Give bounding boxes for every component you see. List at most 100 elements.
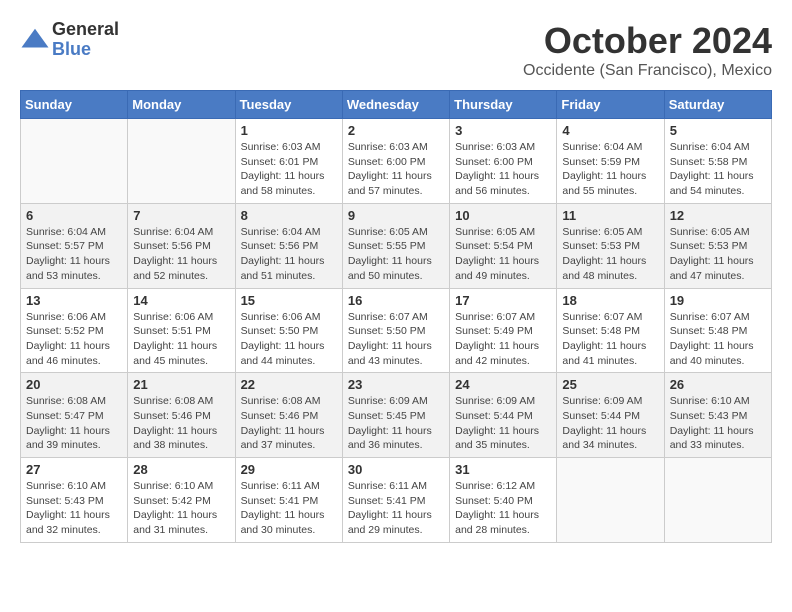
calendar-cell: 6 Sunrise: 6:04 AMSunset: 5:57 PMDaylight… (21, 203, 128, 288)
day-number: 25 (562, 377, 658, 392)
day-info: Sunrise: 6:06 AMSunset: 5:51 PMDaylight:… (133, 310, 229, 369)
calendar-cell: 19 Sunrise: 6:07 AMSunset: 5:48 PMDayligh… (664, 288, 771, 373)
day-info: Sunrise: 6:11 AMSunset: 5:41 PMDaylight:… (348, 479, 444, 538)
day-number: 31 (455, 462, 551, 477)
calendar-cell: 27Sunrise: 6:10 AMSunset: 5:43 PMDayligh… (21, 458, 128, 543)
day-number: 9 (348, 208, 444, 223)
day-number: 4 (562, 123, 658, 138)
col-header-sunday: Sunday (21, 91, 128, 119)
calendar-cell: 5 Sunrise: 6:04 AMSunset: 5:58 PMDaylight… (664, 119, 771, 204)
day-number: 1 (241, 123, 337, 138)
day-info: Sunrise: 6:03 AMSunset: 6:00 PMDaylight:… (455, 140, 551, 199)
day-number: 8 (241, 208, 337, 223)
day-info: Sunrise: 6:04 AMSunset: 5:57 PMDaylight:… (26, 225, 122, 284)
calendar-cell: 4Sunrise: 6:04 AMSunset: 5:59 PMDaylight… (557, 119, 664, 204)
calendar-cell: 17Sunrise: 6:07 AMSunset: 5:49 PMDayligh… (450, 288, 557, 373)
day-number: 28 (133, 462, 229, 477)
calendar-cell: 30Sunrise: 6:11 AMSunset: 5:41 PMDayligh… (342, 458, 449, 543)
location: Occidente (San Francisco), Mexico (523, 62, 772, 80)
day-info: Sunrise: 6:03 AMSunset: 6:01 PMDaylight:… (241, 140, 337, 199)
day-info: Sunrise: 6:05 AMSunset: 5:55 PMDaylight:… (348, 225, 444, 284)
calendar-cell: 31 Sunrise: 6:12 AMSunset: 5:40 PMDayligh… (450, 458, 557, 543)
calendar-cell: 25 Sunrise: 6:09 AMSunset: 5:44 PMDayligh… (557, 373, 664, 458)
day-number: 2 (348, 123, 444, 138)
day-info: Sunrise: 6:06 AMSunset: 5:50 PMDaylight:… (241, 310, 337, 369)
day-info: Sunrise: 6:03 AMSunset: 6:00 PMDaylight:… (348, 140, 444, 199)
day-info: Sunrise: 6:04 AMSunset: 5:56 PMDaylight:… (133, 225, 229, 284)
day-number: 21 (133, 377, 229, 392)
day-number: 3 (455, 123, 551, 138)
day-number: 15 (241, 293, 337, 308)
calendar-cell: 10 Sunrise: 6:05 AMSunset: 5:54 PMDayligh… (450, 203, 557, 288)
calendar-cell (21, 119, 128, 204)
day-number: 23 (348, 377, 444, 392)
calendar-cell: 24Sunrise: 6:09 AMSunset: 5:44 PMDayligh… (450, 373, 557, 458)
day-number: 20 (26, 377, 122, 392)
day-number: 7 (133, 208, 229, 223)
day-number: 29 (241, 462, 337, 477)
calendar-cell: 12Sunrise: 6:05 AMSunset: 5:53 PMDayligh… (664, 203, 771, 288)
day-number: 14 (133, 293, 229, 308)
day-number: 13 (26, 293, 122, 308)
col-header-friday: Friday (557, 91, 664, 119)
day-number: 5 (670, 123, 766, 138)
calendar-cell: 1 Sunrise: 6:03 AMSunset: 6:01 PMDaylight… (235, 119, 342, 204)
day-info: Sunrise: 6:07 AMSunset: 5:50 PMDaylight:… (348, 310, 444, 369)
day-info: Sunrise: 6:05 AMSunset: 5:54 PMDaylight:… (455, 225, 551, 284)
logo-text: General Blue (52, 20, 119, 60)
day-info: Sunrise: 6:10 AMSunset: 5:43 PMDaylight:… (670, 394, 766, 453)
day-number: 18 (562, 293, 658, 308)
day-info: Sunrise: 6:09 AMSunset: 5:45 PMDaylight:… (348, 394, 444, 453)
calendar-cell: 28 Sunrise: 6:10 AMSunset: 5:42 PMDayligh… (128, 458, 235, 543)
day-info: Sunrise: 6:07 AMSunset: 5:48 PMDaylight:… (562, 310, 658, 369)
logo-general-text: General (52, 20, 119, 40)
calendar-cell: 21 Sunrise: 6:08 AMSunset: 5:46 PMDayligh… (128, 373, 235, 458)
day-number: 22 (241, 377, 337, 392)
day-info: Sunrise: 6:08 AMSunset: 5:46 PMDaylight:… (133, 394, 229, 453)
day-number: 12 (670, 208, 766, 223)
day-number: 26 (670, 377, 766, 392)
month-title: October 2024 (523, 20, 772, 62)
calendar-cell: 3 Sunrise: 6:03 AMSunset: 6:00 PMDaylight… (450, 119, 557, 204)
day-number: 17 (455, 293, 551, 308)
calendar-cell: 8Sunrise: 6:04 AMSunset: 5:56 PMDaylight… (235, 203, 342, 288)
day-info: Sunrise: 6:04 AMSunset: 5:58 PMDaylight:… (670, 140, 766, 199)
day-info: Sunrise: 6:09 AMSunset: 5:44 PMDaylight:… (562, 394, 658, 453)
calendar-table: SundayMondayTuesdayWednesdayThursdayFrid… (20, 90, 772, 543)
logo: General Blue (20, 20, 119, 60)
day-info: Sunrise: 6:05 AMSunset: 5:53 PMDaylight:… (562, 225, 658, 284)
day-number: 19 (670, 293, 766, 308)
calendar-cell: 23 Sunrise: 6:09 AMSunset: 5:45 PMDayligh… (342, 373, 449, 458)
calendar-cell: 18 Sunrise: 6:07 AMSunset: 5:48 PMDayligh… (557, 288, 664, 373)
calendar-cell (557, 458, 664, 543)
day-info: Sunrise: 6:08 AMSunset: 5:47 PMDaylight:… (26, 394, 122, 453)
page-header: General Blue October 2024 Occidente (San… (20, 20, 772, 80)
day-info: Sunrise: 6:10 AMSunset: 5:42 PMDaylight:… (133, 479, 229, 538)
day-info: Sunrise: 6:08 AMSunset: 5:46 PMDaylight:… (241, 394, 337, 453)
logo-icon (20, 25, 50, 55)
calendar-cell: 29Sunrise: 6:11 AMSunset: 5:41 PMDayligh… (235, 458, 342, 543)
calendar-cell: 26 Sunrise: 6:10 AMSunset: 5:43 PMDayligh… (664, 373, 771, 458)
calendar-cell: 22 Sunrise: 6:08 AMSunset: 5:46 PMDayligh… (235, 373, 342, 458)
calendar-cell (664, 458, 771, 543)
col-header-saturday: Saturday (664, 91, 771, 119)
calendar-cell: 2 Sunrise: 6:03 AMSunset: 6:00 PMDaylight… (342, 119, 449, 204)
day-number: 24 (455, 377, 551, 392)
calendar-cell: 9 Sunrise: 6:05 AMSunset: 5:55 PMDaylight… (342, 203, 449, 288)
calendar-cell: 16 Sunrise: 6:07 AMSunset: 5:50 PMDayligh… (342, 288, 449, 373)
day-number: 16 (348, 293, 444, 308)
day-info: Sunrise: 6:12 AMSunset: 5:40 PMDaylight:… (455, 479, 551, 538)
col-header-monday: Monday (128, 91, 235, 119)
col-header-tuesday: Tuesday (235, 91, 342, 119)
day-info: Sunrise: 6:10 AMSunset: 5:43 PMDaylight:… (26, 479, 122, 538)
title-area: October 2024 Occidente (San Francisco), … (523, 20, 772, 80)
col-header-wednesday: Wednesday (342, 91, 449, 119)
day-number: 6 (26, 208, 122, 223)
calendar-cell: 15 Sunrise: 6:06 AMSunset: 5:50 PMDayligh… (235, 288, 342, 373)
calendar-cell: 20 Sunrise: 6:08 AMSunset: 5:47 PMDayligh… (21, 373, 128, 458)
day-info: Sunrise: 6:07 AMSunset: 5:48 PMDaylight:… (670, 310, 766, 369)
day-number: 10 (455, 208, 551, 223)
calendar-cell: 13Sunrise: 6:06 AMSunset: 5:52 PMDayligh… (21, 288, 128, 373)
col-header-thursday: Thursday (450, 91, 557, 119)
calendar-cell: 11Sunrise: 6:05 AMSunset: 5:53 PMDayligh… (557, 203, 664, 288)
